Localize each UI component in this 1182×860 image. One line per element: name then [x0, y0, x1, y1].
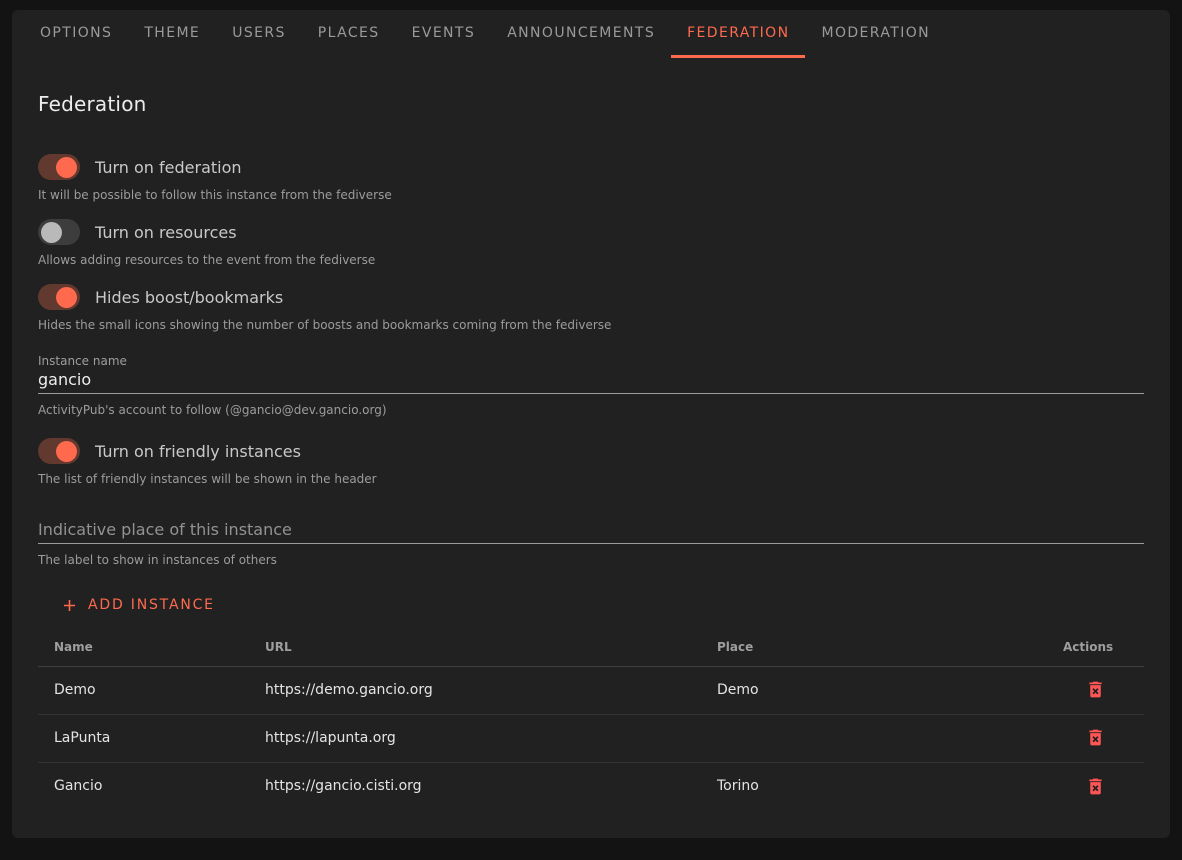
- cell-actions: [1047, 666, 1144, 714]
- cell-name: Gancio: [38, 762, 249, 810]
- add-instance-button[interactable]: ADD INSTANCE: [52, 590, 223, 620]
- toggle-label: Hides boost/bookmarks: [95, 288, 283, 307]
- toggle-thumb: [56, 157, 77, 178]
- federation-toggle-row: Turn on federation: [38, 154, 1144, 180]
- delete-forever-icon: [1085, 776, 1106, 797]
- friendly-toggle-row: Turn on friendly instances: [38, 438, 1144, 464]
- table-header-row: Name URL Place Actions: [38, 628, 1144, 666]
- resources-toggle-row: Turn on resources: [38, 219, 1144, 245]
- tab-label: EVENTS: [412, 25, 476, 41]
- cell-name: LaPunta: [38, 714, 249, 762]
- instance-name-label: Instance name: [38, 353, 1144, 369]
- resources-toggle[interactable]: [38, 219, 80, 245]
- instance-name-hint: ActivityPub's account to follow (@gancio…: [38, 402, 1144, 418]
- cell-place: [701, 714, 1047, 762]
- instance-place-field: The label to show in instances of others: [38, 519, 1144, 568]
- tab-options[interactable]: OPTIONS: [24, 10, 128, 58]
- admin-settings-card: OPTIONS THEME USERS PLACES EVENTS ANNOUN…: [12, 10, 1170, 838]
- toggle-thumb: [41, 222, 62, 243]
- cell-actions: [1047, 762, 1144, 810]
- cell-url: https://demo.gancio.org: [249, 666, 701, 714]
- instance-name-input[interactable]: [38, 369, 1144, 394]
- tab-label: PLACES: [318, 25, 380, 41]
- hide-boost-toggle[interactable]: [38, 284, 80, 310]
- delete-instance-button[interactable]: [1082, 724, 1110, 752]
- toggle-hint: Allows adding resources to the event fro…: [38, 252, 1144, 268]
- page-title: Federation: [38, 92, 1144, 116]
- toggle-label: Turn on friendly instances: [95, 442, 301, 461]
- delete-forever-icon: [1085, 727, 1106, 748]
- toggle-label: Turn on resources: [95, 223, 237, 242]
- tab-label: MODERATION: [821, 25, 930, 41]
- tab-label: OPTIONS: [40, 25, 112, 41]
- friendly-instances-table: Name URL Place Actions Demo https://demo…: [38, 628, 1144, 810]
- column-header-url: URL: [249, 628, 701, 666]
- column-header-actions: Actions: [1047, 628, 1144, 666]
- table-row: Demo https://demo.gancio.org Demo: [38, 666, 1144, 714]
- cell-place: Torino: [701, 762, 1047, 810]
- tab-federation[interactable]: FEDERATION: [671, 10, 805, 58]
- tab-theme[interactable]: THEME: [128, 10, 216, 58]
- toggle-hint: Hides the small icons showing the number…: [38, 317, 1144, 333]
- friendly-instances-toggle[interactable]: [38, 438, 80, 464]
- toggle-label: Turn on federation: [95, 158, 242, 177]
- cell-name: Demo: [38, 666, 249, 714]
- tab-moderation[interactable]: MODERATION: [805, 10, 946, 58]
- tab-label: THEME: [144, 25, 200, 41]
- column-header-place: Place: [701, 628, 1047, 666]
- federation-settings: Federation Turn on federation It will be…: [12, 92, 1170, 838]
- federation-toggle[interactable]: [38, 154, 80, 180]
- delete-forever-icon: [1085, 679, 1106, 700]
- boost-toggle-row: Hides boost/bookmarks: [38, 284, 1144, 310]
- toggle-thumb: [56, 441, 77, 462]
- instance-name-field: Instance name ActivityPub's account to f…: [38, 353, 1144, 418]
- delete-instance-button[interactable]: [1082, 772, 1110, 800]
- cell-actions: [1047, 714, 1144, 762]
- toggle-hint: The list of friendly instances will be s…: [38, 471, 1144, 487]
- tab-users[interactable]: USERS: [216, 10, 302, 58]
- tab-places[interactable]: PLACES: [302, 10, 396, 58]
- toggle-thumb: [56, 287, 77, 308]
- instance-place-input[interactable]: [38, 519, 1144, 544]
- cell-place: Demo: [701, 666, 1047, 714]
- table-row: Gancio https://gancio.cisti.org Torino: [38, 762, 1144, 810]
- delete-instance-button[interactable]: [1082, 676, 1110, 704]
- cell-url: https://gancio.cisti.org: [249, 762, 701, 810]
- tab-events[interactable]: EVENTS: [396, 10, 492, 58]
- toggle-hint: It will be possible to follow this insta…: [38, 187, 1144, 203]
- tab-label: FEDERATION: [687, 25, 789, 41]
- plus-icon: [60, 596, 79, 615]
- tab-announcements[interactable]: ANNOUNCEMENTS: [491, 10, 671, 58]
- add-instance-label: ADD INSTANCE: [88, 597, 215, 613]
- tab-label: ANNOUNCEMENTS: [507, 25, 655, 41]
- tab-label: USERS: [232, 25, 286, 41]
- column-header-name: Name: [38, 628, 249, 666]
- admin-tab-bar: OPTIONS THEME USERS PLACES EVENTS ANNOUN…: [12, 10, 1170, 58]
- cell-url: https://lapunta.org: [249, 714, 701, 762]
- instance-place-hint: The label to show in instances of others: [38, 552, 1144, 568]
- table-row: LaPunta https://lapunta.org: [38, 714, 1144, 762]
